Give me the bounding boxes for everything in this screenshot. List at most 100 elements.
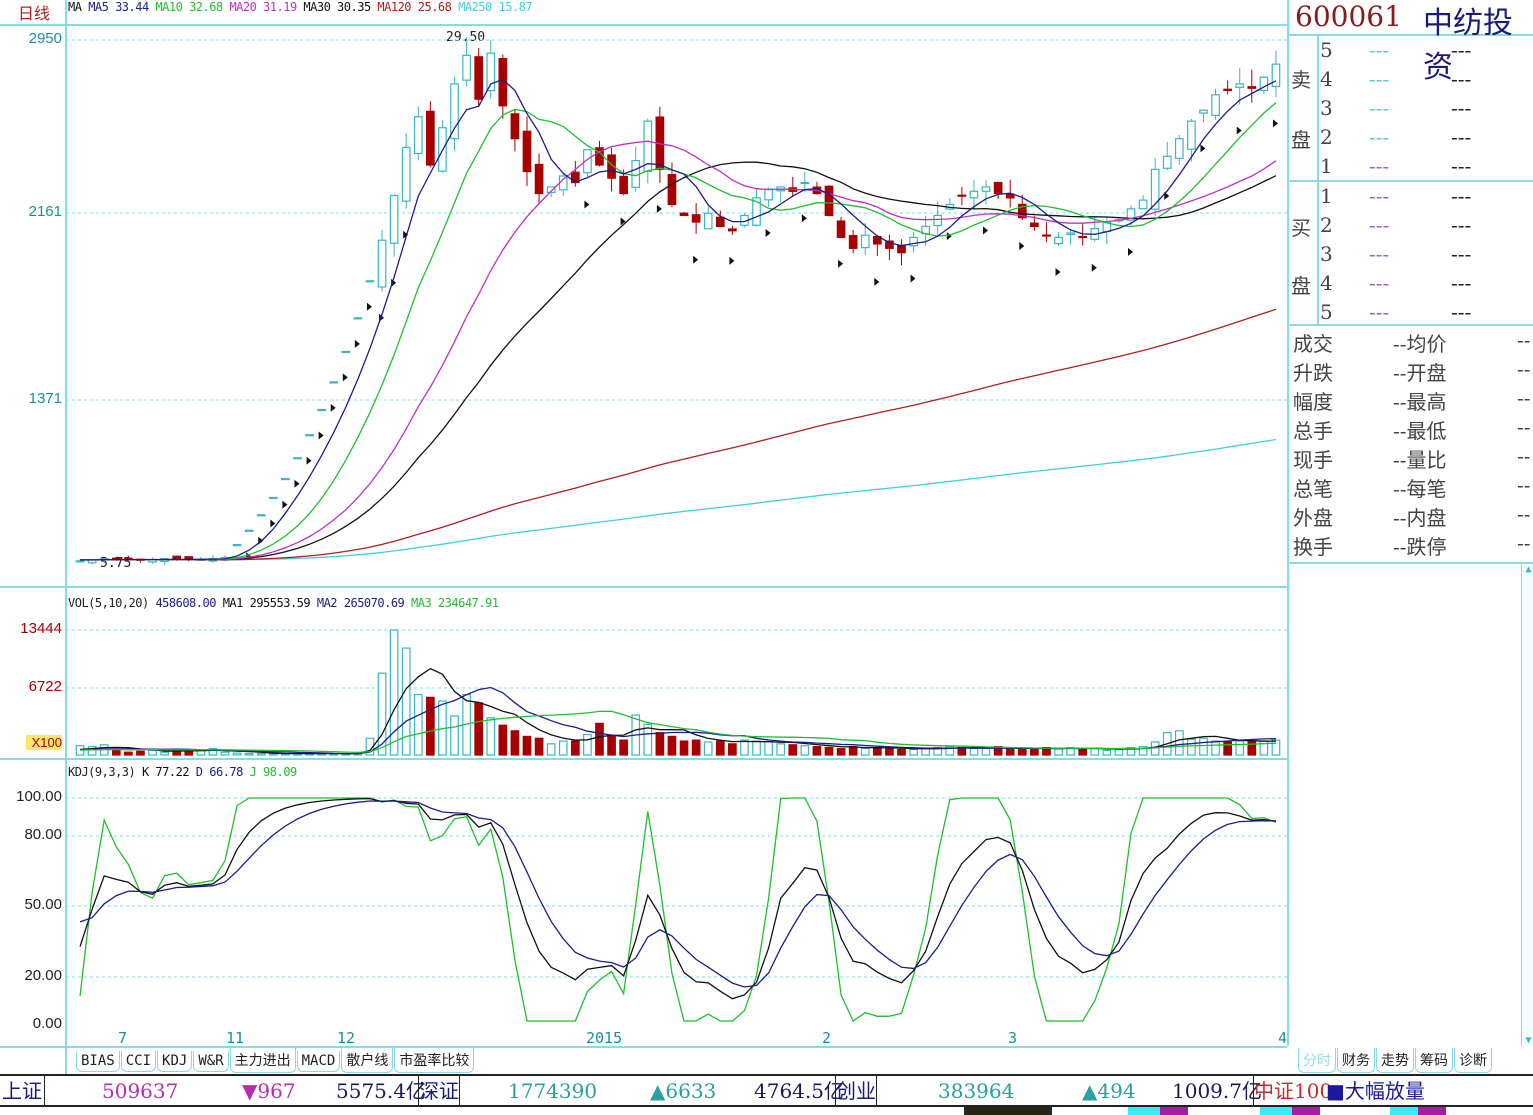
sz-change: ▲6633	[650, 1079, 717, 1103]
candle	[522, 130, 532, 173]
volume-bar	[764, 741, 773, 756]
volume-bar	[969, 747, 979, 756]
scrollbar[interactable]: ▲ ▼	[1521, 564, 1533, 1046]
candle	[679, 212, 689, 217]
tab-trend[interactable]: 走势	[1376, 1048, 1414, 1073]
cy-amount: 1009.7亿	[1172, 1079, 1262, 1103]
sell-label: 盘	[1291, 128, 1311, 152]
candle	[474, 56, 484, 100]
tab-retail-line[interactable]: 散户线	[341, 1048, 394, 1073]
volume-bar	[413, 693, 423, 756]
kdj-k-line	[79, 797, 1277, 1000]
quote-label: 现手	[1293, 448, 1333, 472]
candle	[969, 190, 979, 199]
quote-label: --最高	[1393, 390, 1447, 414]
volume-bar	[450, 715, 459, 756]
cy-volume: 383964	[938, 1079, 1015, 1103]
candle	[848, 235, 858, 249]
volume-bar	[1199, 737, 1208, 756]
candle	[1235, 83, 1245, 88]
volume-bar	[703, 741, 713, 756]
candle	[341, 350, 351, 354]
volume-bar	[1174, 730, 1184, 756]
volume-bar	[752, 740, 761, 756]
tab-main-flow[interactable]: 主力进出	[229, 1048, 296, 1073]
candle	[981, 186, 991, 192]
sar-marker	[354, 339, 360, 348]
candle	[993, 181, 1003, 195]
tab-bias[interactable]: BIAS	[76, 1051, 120, 1072]
tab-kdj[interactable]: KDJ	[157, 1051, 193, 1072]
volume-bar	[377, 672, 387, 756]
volume-bar	[522, 735, 532, 756]
volume-bar	[812, 746, 822, 756]
volume-bar	[776, 743, 786, 756]
ma10-line	[80, 102, 1277, 561]
volume-bar	[860, 747, 870, 756]
sar-marker	[838, 259, 844, 268]
candle	[1211, 94, 1220, 117]
candle	[256, 514, 266, 517]
buy-price: ---	[1369, 213, 1390, 237]
volume-bar	[124, 751, 133, 756]
candle	[426, 110, 435, 166]
sar-marker	[983, 226, 989, 235]
sh-volume: 509637	[102, 1079, 179, 1103]
volume-bar	[1223, 741, 1232, 756]
alert-text[interactable]: ■大幅放量	[1326, 1076, 1425, 1106]
volume-bar	[885, 747, 894, 756]
tab-pe-compare[interactable]: 市盈率比较	[394, 1048, 475, 1073]
candle	[450, 83, 459, 140]
tab-chips[interactable]: 筹码	[1415, 1048, 1453, 1073]
volume-bar	[136, 750, 145, 756]
volume-bar	[800, 745, 810, 756]
cy-label[interactable]: 创业	[835, 1076, 877, 1106]
candle	[1174, 138, 1184, 159]
order-book: 卖 盘 买 盘 5 --- --- 4 --- --- 3 --- --- 2 --- --- 1 ---…	[1287, 36, 1533, 326]
sar-marker	[1236, 126, 1242, 135]
sz-volume: 1774390	[508, 1079, 598, 1103]
buy-price: ---	[1369, 271, 1390, 295]
sar-marker	[294, 479, 300, 488]
tab-cci[interactable]: CCI	[120, 1051, 157, 1072]
sz-label[interactable]: 深证	[418, 1076, 460, 1106]
volume-bar	[909, 748, 918, 756]
tab-finance[interactable]: 财务	[1337, 1048, 1375, 1073]
quote-label: --每笔	[1393, 477, 1447, 501]
stock-header: 600061 中纺投资	[1287, 0, 1533, 85]
sar-marker	[1200, 144, 1206, 153]
volume-bar	[824, 746, 834, 756]
tab-macd[interactable]: MACD	[296, 1051, 341, 1072]
candle	[329, 381, 339, 384]
sell-volume: ---	[1451, 154, 1472, 178]
sh-label[interactable]: 上证	[2, 1076, 45, 1106]
vol-ma1-line	[79, 667, 1277, 755]
volume-bar	[534, 737, 544, 756]
tab-intraday[interactable]: 分时	[1298, 1048, 1336, 1073]
tab-diagnosis[interactable]: 诊断	[1454, 1048, 1492, 1073]
sell-volume: ---	[1451, 38, 1472, 62]
stock-chart[interactable]	[0, 0, 1287, 1046]
buy-volume: ---	[1451, 300, 1472, 324]
sell-level: 3	[1320, 96, 1333, 120]
candle	[293, 457, 302, 460]
volume-bar	[981, 747, 991, 756]
buy-price: ---	[1369, 242, 1390, 266]
zz100-label[interactable]: 中证100	[1253, 1076, 1332, 1106]
tab-wr[interactable]: W&R	[193, 1051, 229, 1072]
ma120-line	[80, 308, 1277, 561]
volume-bar	[1271, 739, 1281, 756]
quote-label: --跌停	[1393, 535, 1447, 559]
candle	[691, 214, 701, 223]
candle	[1078, 235, 1088, 239]
volume-bar	[1247, 740, 1257, 756]
buy-level: 1	[1320, 184, 1333, 208]
candle	[667, 174, 677, 206]
candle	[172, 555, 182, 560]
candle	[534, 163, 544, 195]
candle	[389, 194, 399, 244]
right-blank-panel: ▲ ▼	[1287, 564, 1533, 1046]
quote-value: --	[1517, 386, 1531, 410]
volume-bar	[389, 629, 399, 756]
candle	[1223, 88, 1232, 92]
